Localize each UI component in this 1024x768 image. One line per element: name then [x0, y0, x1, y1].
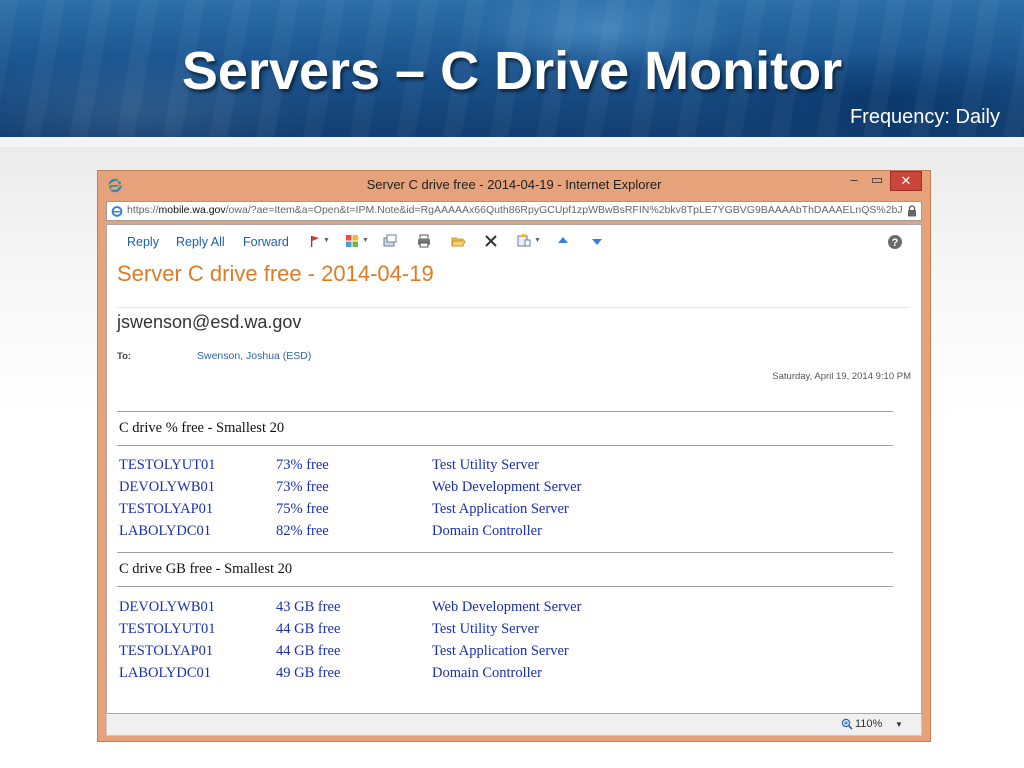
server-name: TESTOLYUT01: [119, 457, 216, 473]
free-value: 43 GB free: [276, 599, 341, 615]
slide-title: Servers – C Drive Monitor: [181, 41, 843, 101]
move-to-folder-icon[interactable]: [382, 233, 398, 249]
message-options-icon[interactable]: [516, 233, 532, 249]
svg-text:?: ?: [892, 237, 899, 249]
email-sender: jswenson@esd.wa.gov: [117, 312, 302, 332]
free-value: 49 GB free: [276, 665, 341, 681]
table-row: DEVOLYWB01 73% free Web Development Serv…: [117, 479, 893, 501]
server-description: Test Application Server: [432, 501, 569, 517]
free-value: 82% free: [276, 523, 329, 539]
sent-date: Saturday, April 19, 2014 9:10 PM: [772, 371, 911, 382]
table-row: LABOLYDC01 49 GB free Domain Controller: [117, 665, 893, 687]
address-url[interactable]: https://mobile.wa.gov/owa/?ae=Item&a=Ope…: [127, 204, 905, 216]
page-favicon-icon: [111, 206, 123, 217]
server-description: Web Development Server: [432, 599, 582, 615]
flag-dropdown-icon[interactable]: ▼: [323, 237, 330, 244]
section-divider: [117, 411, 893, 412]
browser-window: Server C drive free - 2014-04-19 - Inter…: [97, 170, 931, 742]
server-description: Test Application Server: [432, 643, 569, 659]
zoom-level[interactable]: 110%: [855, 718, 882, 730]
to-recipient[interactable]: Swenson, Joshua (ESD): [197, 350, 311, 362]
next-item-icon[interactable]: [589, 233, 605, 249]
address-bar[interactable]: https://mobile.wa.gov/owa/?ae=Item&a=Ope…: [106, 201, 922, 221]
reply-button[interactable]: Reply: [127, 235, 159, 249]
delete-icon[interactable]: [483, 233, 499, 249]
lock-icon[interactable]: [907, 205, 917, 217]
server-name: TESTOLYUT01: [119, 621, 216, 637]
reply-all-button[interactable]: Reply All: [176, 235, 225, 249]
percent-section-title: C drive % free - Smallest 20: [119, 420, 285, 436]
server-description: Domain Controller: [432, 523, 542, 539]
previous-item-icon[interactable]: [555, 233, 571, 249]
table-row: TESTOLYAP01 75% free Test Application Se…: [117, 501, 893, 523]
free-value: 44 GB free: [276, 643, 341, 659]
server-name: TESTOLYAP01: [119, 501, 214, 517]
slide-subtitle: Frequency: Daily: [849, 106, 1000, 128]
open-folder-icon[interactable]: [450, 233, 466, 249]
email-view: Reply Reply All Forward ▼ ▼ ▼ ? Server C…: [106, 224, 922, 714]
free-value: 75% free: [276, 501, 329, 517]
table-row: TESTOLYUT01 44 GB free Test Utility Serv…: [117, 621, 893, 643]
close-button[interactable]: ✕: [890, 171, 922, 191]
url-scheme: https://: [127, 204, 159, 216]
gb-section-title: C drive GB free - Smallest 20: [119, 561, 293, 577]
server-description: Domain Controller: [432, 665, 542, 681]
server-description: Test Utility Server: [432, 621, 539, 637]
window-titlebar[interactable]: Server C drive free - 2014-04-19 - Inter…: [98, 171, 930, 199]
slide-banner: Servers – C Drive Monitor Frequency: Dai…: [0, 0, 1024, 137]
server-name: LABOLYDC01: [119, 665, 211, 681]
server-name: DEVOLYWB01: [119, 479, 216, 495]
zoom-dropdown-icon[interactable]: ▼: [895, 720, 903, 729]
email-toolbar: Reply Reply All Forward ▼ ▼ ▼ ?: [117, 233, 907, 251]
help-icon[interactable]: ?: [887, 234, 903, 250]
server-name: DEVOLYWB01: [119, 599, 216, 615]
categorize-dropdown-icon[interactable]: ▼: [362, 237, 369, 244]
section-divider: [117, 586, 893, 587]
table-row: TESTOLYUT01 73% free Test Utility Server: [117, 457, 893, 479]
table-row: TESTOLYAP01 44 GB free Test Application …: [117, 643, 893, 665]
zoom-icon[interactable]: [841, 718, 853, 730]
section-divider: [117, 445, 893, 446]
print-icon[interactable]: [416, 233, 432, 249]
forward-button[interactable]: Forward: [243, 235, 289, 249]
email-subject: Server C drive free - 2014-04-19: [117, 261, 434, 286]
server-name: LABOLYDC01: [119, 523, 211, 539]
free-value: 73% free: [276, 457, 329, 473]
banner-divider: [0, 137, 1024, 147]
server-description: Test Utility Server: [432, 457, 539, 473]
options-dropdown-icon[interactable]: ▼: [534, 237, 541, 244]
minimize-button[interactable]: –: [843, 171, 865, 191]
free-value: 73% free: [276, 479, 329, 495]
status-bar: 110% ▼: [106, 714, 922, 736]
free-value: 44 GB free: [276, 621, 341, 637]
url-host: mobile.wa.gov: [158, 204, 226, 216]
server-description: Web Development Server: [432, 479, 582, 495]
url-path: /owa/?ae=Item&a=Open&t=IPM.Note&id=RgAAA…: [225, 204, 903, 216]
to-label: To:: [117, 351, 132, 362]
maximize-button[interactable]: ▭: [866, 171, 888, 191]
table-row: DEVOLYWB01 43 GB free Web Development Se…: [117, 599, 893, 621]
categorize-icon[interactable]: [344, 233, 360, 249]
window-title: Server C drive free - 2014-04-19 - Inter…: [366, 177, 662, 192]
section-divider: [117, 552, 893, 553]
subject-divider: [117, 307, 909, 308]
flag-icon[interactable]: [307, 233, 323, 249]
table-row: LABOLYDC01 82% free Domain Controller: [117, 523, 893, 545]
server-name: TESTOLYAP01: [119, 643, 214, 659]
